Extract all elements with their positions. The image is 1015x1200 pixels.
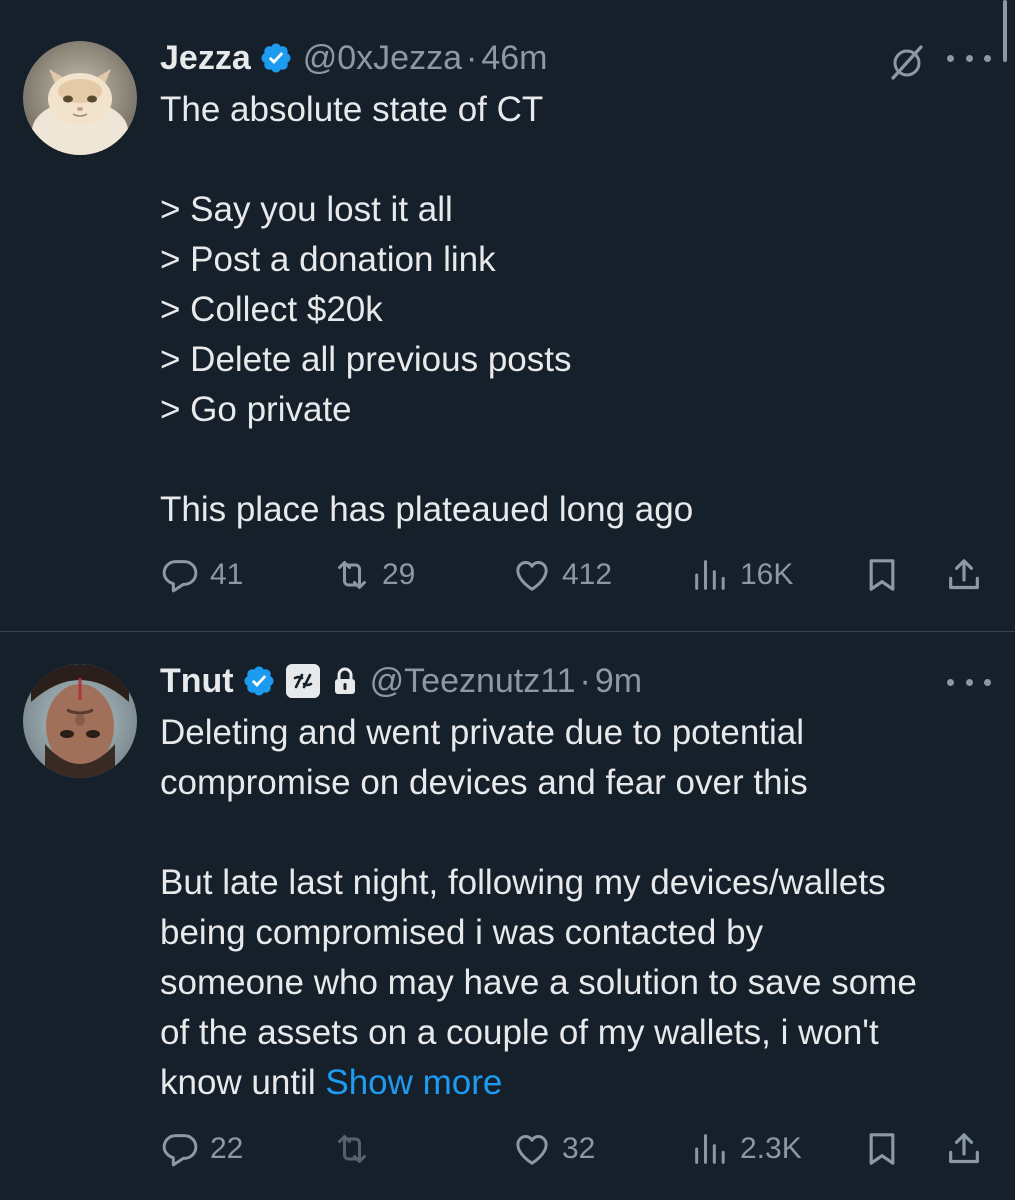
- text-line: being compromised i was contacted by: [160, 913, 764, 952]
- tweet-header: Tnut @Teeznutz11 · 9m: [160, 659, 925, 703]
- views-button[interactable]: 16K: [690, 553, 793, 597]
- more-options-icon[interactable]: [947, 48, 991, 68]
- tweet[interactable]: Jezza @0xJezza · 46m The absolute state …: [0, 0, 1015, 632]
- text-line: compromise on devices and fear over this: [160, 763, 808, 802]
- separator-dot: ·: [465, 38, 478, 77]
- reply-icon: [162, 560, 198, 593]
- views-chart-icon: [695, 560, 725, 590]
- text-line: > Say you lost it all: [160, 190, 453, 229]
- text-line: > Go private: [160, 390, 352, 429]
- tweet[interactable]: Tnut @Teeznutz11 · 9m Deleting and went …: [0, 632, 1015, 1200]
- text-line: > Delete all previous posts: [160, 340, 572, 379]
- text-line: of the assets on a couple of my wallets,…: [160, 1013, 879, 1052]
- show-more-link[interactable]: Show more: [325, 1063, 502, 1102]
- reply-button[interactable]: 22: [160, 1127, 243, 1171]
- tweet-text: The absolute state of CT > Say you lost …: [160, 85, 999, 535]
- user-handle[interactable]: @Teeznutz11: [370, 662, 576, 701]
- reply-count: 22: [210, 1132, 244, 1165]
- tweet-text: Deleting and went private due to potenti…: [160, 708, 999, 1108]
- text-line-last: know until Show more: [160, 1058, 999, 1108]
- more-options-icon[interactable]: [947, 672, 991, 692]
- reply-icon: [162, 1134, 198, 1167]
- views-count: 16K: [740, 558, 794, 591]
- views-button[interactable]: 2.3K: [690, 1127, 802, 1171]
- verified-badge-icon[interactable]: [242, 664, 276, 698]
- text-line: Deleting and went private due to potenti…: [160, 713, 805, 752]
- lock-icon: [334, 667, 355, 694]
- text-line: > Post a donation link: [160, 240, 496, 279]
- reply-count: 41: [210, 558, 244, 591]
- bookmark-button[interactable]: [862, 1127, 902, 1171]
- retweet-button[interactable]: [332, 1127, 382, 1171]
- like-button[interactable]: 32: [512, 1127, 595, 1171]
- heart-icon: [516, 1135, 548, 1165]
- person-avatar[interactable]: [23, 664, 137, 778]
- affiliate-badge-icon[interactable]: [285, 664, 320, 698]
- like-count: 412: [562, 558, 613, 591]
- like-count: 32: [562, 1132, 596, 1165]
- retweet-icon: [338, 561, 366, 589]
- text-line: This place has plateaued long ago: [160, 490, 694, 529]
- text-line: But late last night, following my device…: [160, 863, 886, 902]
- like-button[interactable]: 412: [512, 553, 612, 597]
- bookmark-button[interactable]: [862, 553, 902, 597]
- views-count: 2.3K: [740, 1132, 802, 1165]
- display-name[interactable]: Tnut: [160, 662, 234, 701]
- action-bar: 41 29 412 16K: [160, 553, 991, 597]
- retweet-count: 29: [382, 558, 416, 591]
- grok-icon[interactable]: [887, 42, 927, 82]
- views-chart-icon: [695, 1134, 725, 1164]
- share-icon: [949, 559, 979, 590]
- bookmark-icon: [869, 559, 895, 591]
- text-fragment: know until: [160, 1063, 326, 1102]
- verified-badge-icon[interactable]: [259, 41, 293, 75]
- reply-button[interactable]: 41: [160, 553, 243, 597]
- bookmark-icon: [869, 1133, 895, 1165]
- share-button[interactable]: [944, 1127, 984, 1171]
- separator-dot: ·: [579, 661, 591, 700]
- timestamp[interactable]: 9m: [595, 662, 642, 701]
- timestamp[interactable]: 46m: [481, 39, 547, 78]
- text-line: someone who may have a solution to save …: [160, 963, 917, 1002]
- tweet-header: Jezza @0xJezza · 46m: [160, 36, 925, 80]
- action-bar: 22 32 2.3K: [160, 1127, 991, 1171]
- share-button[interactable]: [944, 553, 984, 597]
- display-name[interactable]: Jezza: [160, 39, 251, 78]
- share-icon: [949, 1133, 979, 1164]
- cat-avatar[interactable]: [23, 41, 137, 155]
- text-line: > Collect $20k: [160, 290, 383, 329]
- retweet-button[interactable]: 29: [332, 553, 415, 597]
- text-line: The absolute state of CT: [160, 90, 544, 129]
- user-handle[interactable]: @0xJezza: [303, 39, 462, 78]
- heart-icon: [516, 561, 548, 591]
- retweet-icon: [338, 1135, 366, 1163]
